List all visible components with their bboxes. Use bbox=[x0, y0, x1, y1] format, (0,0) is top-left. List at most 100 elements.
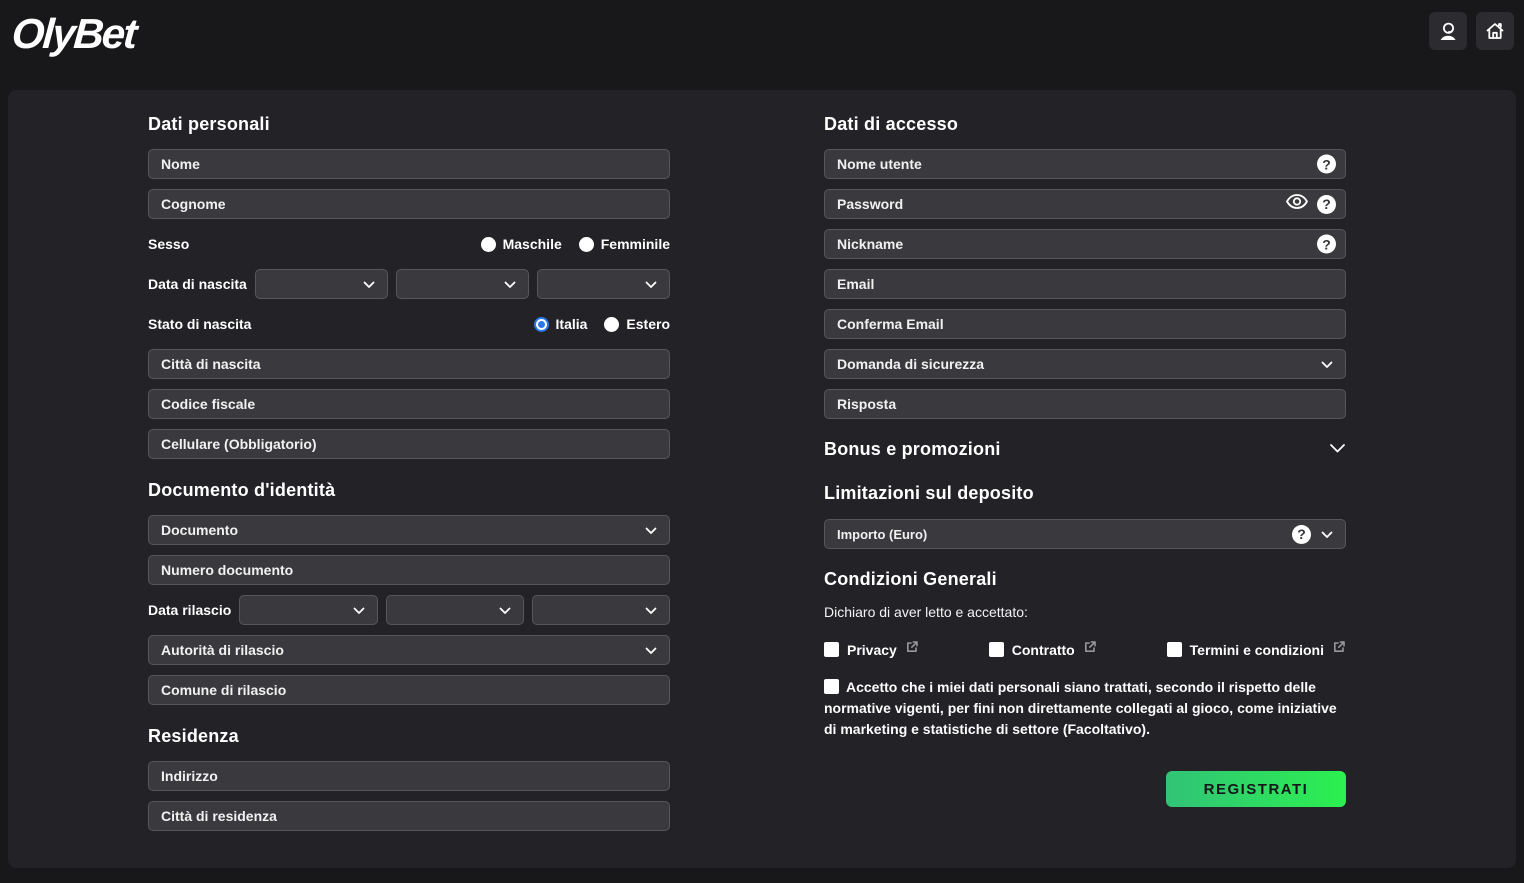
home-icon bbox=[1484, 20, 1506, 42]
issue-year-select[interactable] bbox=[532, 595, 670, 625]
address-input[interactable] bbox=[148, 761, 670, 791]
last-name-field bbox=[148, 189, 670, 219]
gender-male-radio[interactable] bbox=[481, 237, 496, 252]
olybet-logo[interactable]: OlyBet bbox=[10, 10, 137, 58]
nickname-input[interactable] bbox=[824, 229, 1346, 259]
gender-female-option[interactable]: Femminile bbox=[579, 236, 670, 252]
deposit-amount-select[interactable]: Importo (Euro) ? bbox=[824, 519, 1346, 549]
birth-state-italy-radio[interactable] bbox=[534, 317, 549, 332]
chevron-down-icon bbox=[1321, 526, 1333, 542]
external-link-icon[interactable] bbox=[1332, 640, 1346, 659]
birth-state-italy-option[interactable]: Italia bbox=[534, 316, 588, 332]
issuing-municipality-field bbox=[148, 675, 670, 705]
username-help-icon[interactable]: ? bbox=[1317, 155, 1336, 174]
terms-conditions-term-item[interactable]: Termini e condizioni bbox=[1167, 640, 1346, 659]
birth-state-row: Stato di nascita Italia Estero bbox=[148, 309, 670, 339]
external-link-icon[interactable] bbox=[1083, 640, 1097, 659]
privacy-checkbox[interactable] bbox=[824, 642, 839, 657]
birth-state-abroad-label: Estero bbox=[626, 316, 670, 332]
support-button[interactable] bbox=[1429, 12, 1467, 50]
register-button[interactable]: REGISTRATI bbox=[1166, 771, 1346, 807]
external-link-icon[interactable] bbox=[905, 640, 919, 659]
issue-day-select[interactable] bbox=[239, 595, 377, 625]
first-name-field bbox=[148, 149, 670, 179]
document-type-select[interactable]: Documento bbox=[148, 515, 670, 545]
security-answer-input[interactable] bbox=[824, 389, 1346, 419]
chevron-down-icon bbox=[499, 602, 511, 618]
residence-city-input[interactable] bbox=[148, 801, 670, 831]
gender-female-radio[interactable] bbox=[579, 237, 594, 252]
username-input[interactable] bbox=[824, 149, 1346, 179]
password-input[interactable] bbox=[824, 189, 1346, 219]
gender-female-label: Femminile bbox=[601, 236, 670, 252]
birth-month-select[interactable] bbox=[396, 269, 529, 299]
confirm-email-field bbox=[824, 309, 1346, 339]
document-number-input[interactable] bbox=[148, 555, 670, 585]
privacy-term-item[interactable]: Privacy bbox=[824, 640, 919, 659]
security-answer-field bbox=[824, 389, 1346, 419]
mobile-phone-input[interactable] bbox=[148, 429, 670, 459]
security-question-select[interactable]: Domanda di sicurezza bbox=[824, 349, 1346, 379]
marketing-optin-text: Accetto che i miei dati personali siano … bbox=[824, 679, 1337, 737]
deposit-amount-placeholder: Importo (Euro) bbox=[837, 527, 1292, 542]
birth-state-radio-group: Italia Estero bbox=[534, 316, 670, 332]
issuing-municipality-input[interactable] bbox=[148, 675, 670, 705]
birth-date-selects bbox=[255, 269, 670, 299]
gender-row: Sesso Maschile Femminile bbox=[148, 229, 670, 259]
gender-label: Sesso bbox=[148, 236, 189, 252]
birth-state-abroad-radio[interactable] bbox=[604, 317, 619, 332]
chevron-down-icon bbox=[645, 522, 657, 538]
chevron-down-icon[interactable] bbox=[1329, 441, 1346, 459]
birth-city-input[interactable] bbox=[148, 349, 670, 379]
marketing-optin-item[interactable]: Accetto che i miei dati personali siano … bbox=[824, 677, 1346, 740]
left-column: Dati personali Sesso Maschile Femminile … bbox=[148, 114, 670, 868]
last-name-input[interactable] bbox=[148, 189, 670, 219]
terms-conditions-checkbox[interactable] bbox=[1167, 642, 1182, 657]
contract-term-item[interactable]: Contratto bbox=[989, 640, 1097, 659]
fiscal-code-input[interactable] bbox=[148, 389, 670, 419]
marketing-optin-checkbox[interactable] bbox=[824, 679, 839, 694]
issue-month-select[interactable] bbox=[386, 595, 524, 625]
confirm-email-input[interactable] bbox=[824, 309, 1346, 339]
gender-male-label: Maschile bbox=[503, 236, 562, 252]
register-button-wrap: REGISTRATI bbox=[824, 771, 1346, 807]
issue-date-selects bbox=[239, 595, 670, 625]
gender-male-option[interactable]: Maschile bbox=[481, 236, 562, 252]
email-field bbox=[824, 269, 1346, 299]
chevron-down-icon bbox=[353, 602, 365, 618]
birth-day-select[interactable] bbox=[255, 269, 388, 299]
chevron-down-icon bbox=[363, 276, 375, 292]
support-agent-icon bbox=[1437, 20, 1459, 42]
issue-date-row: Data rilascio bbox=[148, 595, 670, 625]
show-password-eye-icon[interactable] bbox=[1285, 194, 1309, 214]
password-help-icon[interactable]: ? bbox=[1317, 195, 1336, 214]
first-name-input[interactable] bbox=[148, 149, 670, 179]
chevron-down-icon bbox=[1321, 356, 1333, 372]
chevron-down-icon bbox=[504, 276, 516, 292]
general-conditions-title: Condizioni Generali bbox=[824, 569, 1346, 590]
deposit-amount-help-icon[interactable]: ? bbox=[1292, 525, 1311, 544]
issuing-authority-select[interactable]: Autorità di rilascio bbox=[148, 635, 670, 665]
access-data-title: Dati di accesso bbox=[824, 114, 1346, 135]
privacy-label: Privacy bbox=[847, 642, 897, 658]
chevron-down-icon bbox=[645, 642, 657, 658]
birth-state-abroad-option[interactable]: Estero bbox=[604, 316, 670, 332]
header-actions bbox=[1429, 10, 1514, 50]
contract-checkbox[interactable] bbox=[989, 642, 1004, 657]
registration-form-panel: Dati personali Sesso Maschile Femminile … bbox=[8, 90, 1516, 868]
nickname-help-icon[interactable]: ? bbox=[1317, 235, 1336, 254]
email-input[interactable] bbox=[824, 269, 1346, 299]
top-header: OlyBet bbox=[0, 0, 1524, 90]
mobile-phone-field bbox=[148, 429, 670, 459]
birth-city-field bbox=[148, 349, 670, 379]
home-button[interactable] bbox=[1476, 12, 1514, 50]
birth-date-row: Data di nascita bbox=[148, 269, 670, 299]
fiscal-code-field bbox=[148, 389, 670, 419]
birth-year-select[interactable] bbox=[537, 269, 670, 299]
right-column: Dati di accesso ? ? ? bbox=[824, 114, 1346, 868]
contract-label: Contratto bbox=[1012, 642, 1075, 658]
document-type-placeholder: Documento bbox=[161, 522, 645, 538]
terms-conditions-label: Termini e condizioni bbox=[1190, 642, 1324, 658]
bonus-promotions-toggle[interactable]: Bonus e promozioni bbox=[824, 439, 1346, 460]
chevron-down-icon bbox=[645, 602, 657, 618]
